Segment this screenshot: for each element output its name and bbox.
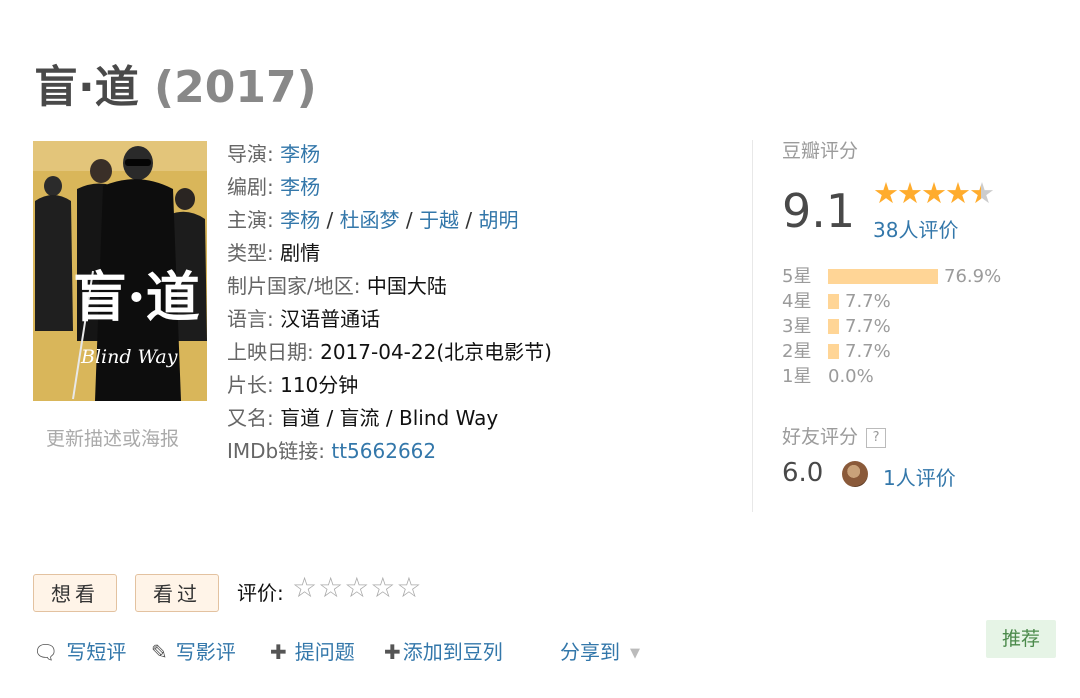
rating-bar: [828, 294, 839, 309]
write-review-link[interactable]: ✎ 写影评: [151, 636, 236, 665]
info-cast: 主演: 李杨 / 杜函梦 / 于越 / 胡明: [227, 208, 519, 232]
friends-votes-link[interactable]: 1人评价: [883, 462, 956, 491]
recommend-button[interactable]: 推荐: [986, 620, 1056, 658]
rating-bar-row: 4星 7.7%: [782, 291, 891, 312]
cast-link[interactable]: 李杨: [280, 208, 320, 232]
imdb-link[interactable]: tt5662662: [331, 439, 436, 463]
divider: [752, 140, 753, 512]
director-link[interactable]: 李杨: [280, 142, 320, 166]
star-icon: ★: [921, 176, 947, 210]
rating-bar: [828, 269, 938, 284]
info-writer: 编剧: 李杨: [227, 175, 321, 199]
write-short-review-link[interactable]: 🗨︎ 写短评: [33, 636, 126, 665]
want-to-watch-button[interactable]: 想看: [33, 574, 117, 612]
rating-bar-row: 3星 7.7%: [782, 316, 891, 337]
comment-icon: 🗨︎: [33, 640, 59, 664]
update-poster-link[interactable]: 更新描述或海报: [46, 424, 179, 451]
rating-distribution: 5星 76.9% 4星 7.7% 3星 7.7% 2星 7.7% 1星 0.0%: [782, 264, 1001, 389]
chevron-down-icon: ▼: [630, 646, 640, 661]
ask-question-link[interactable]: ✚ 提问题: [270, 636, 355, 665]
plus-icon: ✚: [384, 640, 401, 664]
add-to-list-link[interactable]: ✚ 添加到豆列: [384, 636, 503, 665]
info-language: 语言: 汉语普通话: [227, 307, 381, 331]
cast-link[interactable]: 杜函梦: [340, 208, 400, 232]
star-icon: ★: [897, 176, 923, 210]
help-icon[interactable]: ?: [866, 427, 887, 448]
avatar[interactable]: [842, 461, 868, 487]
rating-bar: [828, 319, 839, 334]
rating-panel: 豆瓣评分 9.1 ★★★★★ 38人评价 5星 76.9% 4星 7.7% 3星…: [782, 136, 1042, 490]
info-country: 制片国家/地区: 中国大陆: [227, 274, 447, 298]
info-director: 导演: 李杨: [227, 142, 321, 166]
rating-votes-link[interactable]: 38人评价: [873, 214, 958, 243]
half-star-icon: ★: [969, 176, 995, 210]
rating-bar-row: 1星 0.0%: [782, 366, 874, 387]
rating-score: 9.1: [782, 184, 856, 238]
movie-poster[interactable]: 盲·道 Blind Way: [33, 141, 207, 401]
movie-year: (2017): [154, 62, 317, 113]
plus-icon: ✚: [270, 640, 287, 664]
star-icon: ★: [873, 176, 899, 210]
friends-score: 6.0: [782, 458, 824, 488]
writer-link[interactable]: 李杨: [280, 175, 320, 199]
rating-bar: [828, 344, 839, 359]
movie-title: 盲·道: [34, 62, 139, 113]
cast-link[interactable]: 胡明: [478, 208, 518, 232]
poster-title-en: Blind Way: [80, 346, 178, 368]
rating-bar-row: 5星 76.9%: [782, 266, 1002, 287]
pencil-icon: ✎: [151, 640, 168, 664]
rating-stars: ★★★★★: [873, 176, 995, 210]
poster-image: 盲·道 Blind Way: [33, 141, 207, 401]
rating-bar-row: 2星 7.7%: [782, 341, 891, 362]
watched-button[interactable]: 看过: [135, 574, 219, 612]
rate-label: 评价:: [237, 581, 284, 605]
poster-title-cn: 盲·道: [73, 265, 200, 329]
star-icon: ★: [945, 176, 971, 210]
rating-heading: 豆瓣评分: [782, 140, 859, 162]
page-title: 盲·道 (2017): [34, 62, 317, 114]
info-runtime: 片长: 110分钟: [227, 373, 359, 397]
friends-rating-heading: 好友评分?: [782, 422, 887, 449]
info-genre: 类型: 剧情: [227, 241, 321, 265]
info-aka: 又名: 盲道 / 盲流 / Blind Way: [227, 406, 499, 430]
cast-link[interactable]: 于越: [419, 208, 459, 232]
info-imdb: IMDb链接: tt5662662: [227, 439, 437, 463]
rate-stars-input[interactable]: ☆☆☆☆☆: [292, 571, 423, 604]
info-release-date: 上映日期: 2017-04-22(北京电影节): [227, 340, 552, 364]
movie-info: 导演: 李杨 编剧: 李杨 主演: 李杨 / 杜函梦 / 于越 / 胡明 类型:…: [227, 138, 552, 468]
share-dropdown[interactable]: 分享到 ▼: [560, 636, 640, 665]
